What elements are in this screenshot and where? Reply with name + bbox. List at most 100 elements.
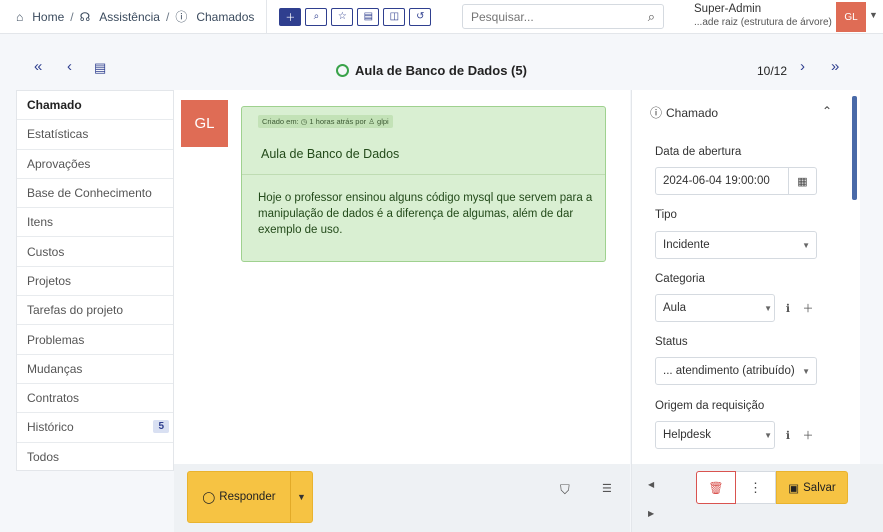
respond-button[interactable]: ◯ Responder [188, 490, 290, 504]
origin-select[interactable]: Helpdesk ▼ [655, 421, 775, 449]
divider [266, 0, 268, 34]
tab-mudancas[interactable]: Mudanças [17, 355, 173, 384]
calendar-icon[interactable]: ▦ [788, 168, 816, 194]
description-content: Hoje o professor ensinou alguns código m… [258, 192, 593, 236]
creation-meta: Criado em: ◷ 1 horas atrás por ♙ glpi [258, 115, 393, 128]
search-icon[interactable]: ⌕ [648, 9, 655, 25]
chevron-right-icon[interactable]: › [800, 58, 805, 75]
breadcrumb-separator: / [165, 9, 170, 24]
collapse-left-icon[interactable]: ◀ [648, 480, 654, 489]
tab-tarefas-do-projeto[interactable]: Tarefas do projeto [17, 296, 173, 326]
home-icon: ⌂ [16, 9, 24, 24]
search-input[interactable] [471, 9, 648, 24]
search-list-button[interactable]: ⌕ [305, 7, 328, 26]
headset-icon: ☊ [79, 9, 91, 24]
tab-chamado[interactable]: Chamado [17, 91, 173, 121]
tab-problemas[interactable]: Problemas [17, 325, 173, 355]
respond-button-group: ◯ Responder ▼ [187, 471, 313, 523]
description-title: Aula de Banco de Dados [261, 147, 400, 161]
tab-todos[interactable]: Todos [17, 443, 173, 472]
chevron-left-icon[interactable]: ‹ [67, 58, 72, 75]
date-field[interactable]: 2024-06-04 19:00:00 ▦ [655, 167, 817, 195]
tab-label: Mudanças [27, 361, 83, 376]
tab-itens[interactable]: Itens [17, 208, 173, 238]
avatar: GL [181, 100, 228, 147]
more-vertical-icon: ⋮ [749, 479, 762, 495]
star-button[interactable]: ☆ [331, 7, 354, 26]
meta-time: 1 horas atrás por [309, 117, 367, 126]
add-icon[interactable]: ＋ [798, 421, 818, 449]
double-chevron-right-icon[interactable]: » [831, 58, 839, 75]
panel-scrollbar[interactable] [852, 96, 857, 200]
timeline-actions: ◯ Responder ▼ ⛉ ☰ [174, 464, 630, 532]
category-select[interactable]: Aula ▼ [655, 294, 775, 322]
search-box[interactable]: ⌕ [462, 4, 664, 29]
tab-label: Todos [27, 450, 60, 465]
delete-button[interactable]: 🗑 [696, 471, 736, 504]
tab-aprovacoes[interactable]: Aprovações [17, 150, 173, 179]
tab-label: Aprovações [27, 156, 91, 171]
filter-icon[interactable]: ⛉ [560, 482, 570, 498]
chevron-down-icon: ▼ [802, 240, 810, 250]
tab-projetos[interactable]: Projetos [17, 267, 173, 297]
user-name: Super-Admin [694, 3, 762, 15]
tab-label: Itens [27, 215, 54, 230]
breadcrumb-chamados[interactable]: Chamados [196, 10, 254, 24]
expand-right-icon[interactable]: ▶ [648, 509, 654, 518]
tab-historico[interactable]: Histórico 5 [17, 413, 173, 443]
breadcrumb-home[interactable]: Home [32, 10, 64, 24]
list-icon[interactable]: ▤ [94, 60, 106, 76]
reset-button[interactable]: ↺ [409, 7, 432, 26]
ticket-description: Criado em: ◷ 1 horas atrás por ♙ glpi Au… [241, 106, 606, 262]
ticket-fields-panel: ⓘ Chamado ⌃ Data de abertura 2024-06-04 … [631, 90, 860, 464]
alert-circle-icon: ⓘ [650, 106, 663, 120]
tab-base-de-conhecimento[interactable]: Base de Conhecimento [17, 179, 173, 209]
trash-icon: 🗑 [708, 480, 724, 495]
list-check-icon[interactable]: ☰ [602, 482, 612, 495]
save-label: Salvar [803, 481, 836, 494]
add-icon[interactable]: ＋ [798, 294, 818, 322]
divider [242, 174, 605, 175]
type-select[interactable]: Incidente ▼ [655, 231, 817, 259]
chevron-down-icon[interactable]: ▼ [291, 492, 312, 502]
template-button[interactable]: ▤ [357, 7, 380, 26]
breadcrumb-assistencia[interactable]: Assistência [99, 10, 160, 24]
status-select[interactable]: ... atendimento (atribuído) ▼ [655, 357, 817, 385]
avatar[interactable]: GL [836, 2, 866, 32]
chevron-down-icon: ▼ [802, 366, 810, 376]
category-value: Aula [663, 302, 687, 314]
user-icon: ♙ [368, 117, 375, 126]
timeline: GL Criado em: ◷ 1 horas atrás por ♙ glpi… [174, 90, 630, 464]
toolbar: ＋ ⌕ ☆ ▤ ◫ ↺ [279, 7, 432, 26]
tab-label: Estatísticas [27, 127, 89, 142]
tab-estatisticas[interactable]: Estatísticas [17, 120, 173, 150]
double-chevron-left-icon[interactable]: « [34, 58, 42, 75]
breadcrumb-separator: / [70, 9, 74, 24]
save-button[interactable]: ▣ Salvar [776, 471, 848, 504]
status-value: ... atendimento (atribuído) [663, 365, 795, 377]
chevron-down-icon[interactable]: ▼ [869, 10, 878, 20]
panel-header[interactable]: ⓘ Chamado [650, 104, 718, 121]
origin-label: Origem da requisição [655, 400, 765, 412]
page-title: Aula de Banco de Dados (5) [336, 63, 527, 78]
info-icon[interactable]: ℹ [778, 421, 798, 449]
origin-value: Helpdesk [663, 429, 711, 441]
respond-label: Responder [219, 491, 276, 503]
status-label: Status [655, 336, 688, 348]
type-value: Incidente [663, 239, 710, 251]
panel-actions: ◀ ▶ 🗑 ⋮ ▣ Salvar [631, 464, 883, 532]
chevron-up-icon[interactable]: ⌃ [822, 104, 832, 118]
tab-custos[interactable]: Custos [17, 237, 173, 267]
chevron-down-icon: ▼ [764, 430, 772, 440]
tab-contratos[interactable]: Contratos [17, 384, 173, 414]
user-menu[interactable]: Super-Admin ...ade raiz (estrutura de ár… [694, 3, 832, 29]
info-icon[interactable]: ℹ [778, 294, 798, 322]
chat-icon: ◯ [202, 492, 216, 504]
category-label: Categoria [655, 273, 705, 285]
ticket-nav: « ‹ ▤ Aula de Banco de Dados (5) 10/12 ›… [0, 34, 883, 90]
meta-user[interactable]: glpi [377, 117, 389, 126]
add-button[interactable]: ＋ [279, 7, 302, 26]
tab-label: Projetos [27, 273, 72, 288]
more-actions-button[interactable]: ⋮ [736, 471, 776, 504]
columns-button[interactable]: ◫ [383, 7, 406, 26]
